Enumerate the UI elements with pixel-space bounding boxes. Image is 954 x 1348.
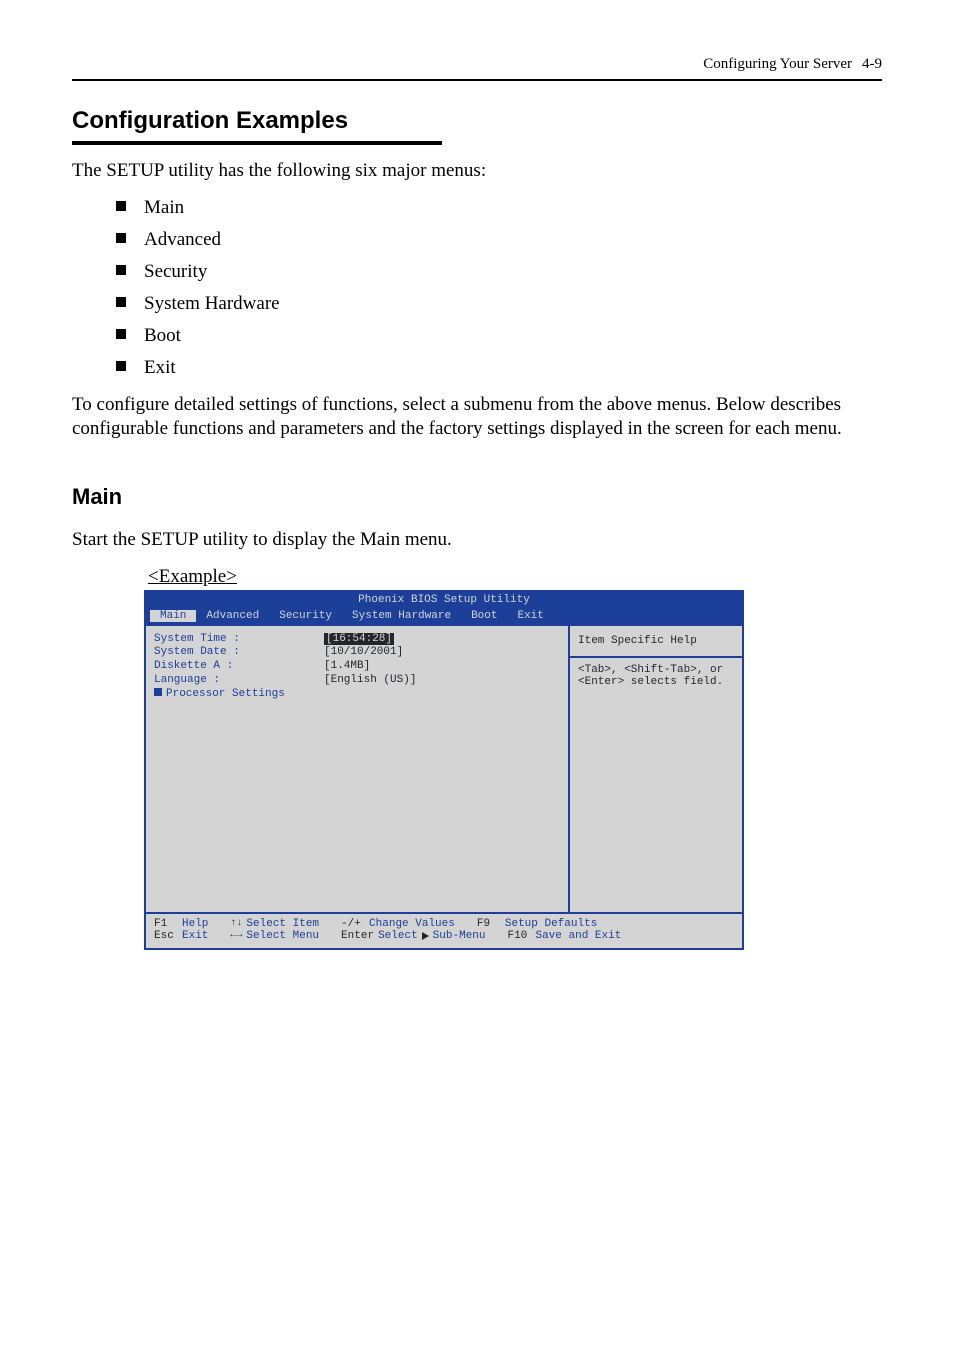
bios-field-label: System Date : bbox=[154, 646, 324, 658]
square-bullet-icon bbox=[116, 361, 126, 371]
square-bullet-icon bbox=[116, 265, 126, 275]
hint-submenu-label: Sub-Menu bbox=[433, 930, 486, 942]
bios-title: Phoenix BIOS Setup Utility bbox=[146, 592, 742, 608]
bios-field-row[interactable]: System Date :[10/10/2001] bbox=[154, 646, 560, 658]
bios-tab-advanced[interactable]: Advanced bbox=[196, 610, 269, 622]
hint-change-values: -/+ Change Values bbox=[341, 918, 469, 930]
key-hint: F10 bbox=[507, 930, 531, 942]
bios-field-row[interactable]: Processor Settings bbox=[154, 688, 560, 700]
bios-field-label: Diskette A : bbox=[154, 660, 324, 672]
bios-tab-main[interactable]: Main bbox=[150, 610, 196, 622]
menu-list-item-label: Exit bbox=[144, 357, 176, 378]
example-label: <Example> bbox=[148, 566, 882, 588]
bios-tab-bar: MainAdvancedSecuritySystem HardwareBootE… bbox=[146, 608, 742, 624]
bios-body: System Time :[16:54:28]System Date :[10/… bbox=[146, 624, 742, 912]
menu-list-item-label: System Hardware bbox=[144, 293, 280, 314]
submenu-marker-icon bbox=[154, 688, 162, 696]
hint-select-item-label: Select Item bbox=[246, 918, 319, 930]
menu-list-item: Main bbox=[116, 197, 882, 219]
bios-field-row[interactable]: Diskette A :[1.4MB] bbox=[154, 660, 560, 672]
bios-field-label: Language : bbox=[154, 674, 324, 686]
menu-list-item-label: Main bbox=[144, 197, 184, 218]
triangle-right-icon bbox=[422, 932, 429, 940]
menu-list-item-label: Boot bbox=[144, 325, 181, 346]
hint-select-label: Select bbox=[378, 930, 418, 942]
arrow-left-right-icon: ←→ bbox=[230, 932, 242, 940]
key-hint: -/+ bbox=[341, 918, 365, 930]
bios-help-body: <Tab>, <Shift-Tab>, or <Enter> selects f… bbox=[570, 658, 742, 912]
section-heading-underline bbox=[72, 141, 442, 145]
bios-field-label: System Time : bbox=[154, 633, 324, 645]
bios-footer: F1 Help ↑↓ Select Item -/+ Change Values F9 Set… bbox=[146, 912, 742, 948]
menu-list-item: Exit bbox=[116, 357, 882, 379]
example-wrap: <Example> Phoenix BIOS Setup Utility Mai… bbox=[144, 566, 882, 950]
hint-select-menu: ←→ Select Menu bbox=[230, 930, 333, 942]
hint-select-item: ↑↓ Select Item bbox=[230, 918, 333, 930]
key-hint: Esc bbox=[154, 930, 178, 942]
bios-help-panel: Item Specific Help <Tab>, <Shift-Tab>, o… bbox=[570, 626, 742, 912]
bios-tab-system-hardware[interactable]: System Hardware bbox=[342, 610, 461, 622]
square-bullet-icon bbox=[116, 329, 126, 339]
running-header: Configuring Your Server 4-9 bbox=[72, 56, 882, 73]
bios-field-value[interactable]: [10/10/2001] bbox=[324, 646, 403, 658]
bios-field-label: Processor Settings bbox=[154, 688, 324, 700]
hint-save-exit-label: Save and Exit bbox=[535, 930, 621, 942]
hint-setup-defaults: F9 Setup Defaults bbox=[477, 918, 611, 930]
key-hint: Enter bbox=[341, 930, 374, 942]
header-divider bbox=[72, 79, 882, 81]
bios-tab-boot[interactable]: Boot bbox=[461, 610, 507, 622]
header-page-number: 4-9 bbox=[862, 56, 882, 73]
bios-field-value[interactable]: [English (US)] bbox=[324, 674, 416, 686]
menu-list: Main Advanced Security System Hardware Boot E… bbox=[116, 197, 882, 379]
hint-select-submenu: Enter Select Sub-Menu bbox=[341, 930, 499, 942]
hint-save-exit: F10 Save and Exit bbox=[507, 930, 635, 942]
menu-list-item: Security bbox=[116, 261, 882, 283]
bios-field-value[interactable]: [1.4MB] bbox=[324, 660, 370, 672]
hint-exit-label: Exit bbox=[182, 930, 208, 942]
key-hint: F1 bbox=[154, 918, 178, 930]
menu-list-item: Advanced bbox=[116, 229, 882, 251]
bios-window: Phoenix BIOS Setup Utility MainAdvancedS… bbox=[144, 590, 744, 950]
arrow-up-down-icon: ↑↓ bbox=[230, 920, 242, 928]
menu-list-item: Boot bbox=[116, 325, 882, 347]
bios-tab-exit[interactable]: Exit bbox=[507, 610, 553, 622]
section-heading: Configuration Examples bbox=[72, 107, 882, 135]
hint-change-values-label: Change Values bbox=[369, 918, 455, 930]
hint-select-menu-label: Select Menu bbox=[246, 930, 319, 942]
bios-field-row[interactable]: System Time :[16:54:28] bbox=[154, 633, 560, 645]
square-bullet-icon bbox=[116, 297, 126, 307]
square-bullet-icon bbox=[116, 233, 126, 243]
bios-tab-security[interactable]: Security bbox=[269, 610, 342, 622]
bios-help-title: Item Specific Help bbox=[570, 626, 742, 658]
subsection-heading: Main bbox=[72, 484, 882, 510]
hint-help: F1 Help bbox=[154, 918, 222, 930]
bios-field-value[interactable]: [16:54:28] bbox=[324, 633, 394, 645]
menu-list-item-label: Security bbox=[144, 261, 207, 282]
hint-setup-defaults-label: Setup Defaults bbox=[505, 918, 597, 930]
header-section-title: Configuring Your Server bbox=[703, 56, 852, 73]
subsection-body: Start the SETUP utility to display the M… bbox=[72, 528, 882, 552]
square-bullet-icon bbox=[116, 201, 126, 211]
intro-paragraph-2: To configure detailed settings of functi… bbox=[72, 393, 882, 441]
menu-list-item: System Hardware bbox=[116, 293, 882, 315]
intro-paragraph: The SETUP utility has the following six … bbox=[72, 159, 882, 183]
bios-field-row[interactable]: Language :[English (US)] bbox=[154, 674, 560, 686]
section-heading-block: Configuration Examples bbox=[72, 107, 882, 145]
hint-help-label: Help bbox=[182, 918, 208, 930]
page-root: Configuring Your Server 4-9 Configuratio… bbox=[0, 0, 954, 1348]
menu-list-item-label: Advanced bbox=[144, 229, 221, 250]
bios-main-panel: System Time :[16:54:28]System Date :[10/… bbox=[146, 626, 570, 912]
hint-exit: Esc Exit bbox=[154, 930, 222, 942]
key-hint: F9 bbox=[477, 918, 501, 930]
